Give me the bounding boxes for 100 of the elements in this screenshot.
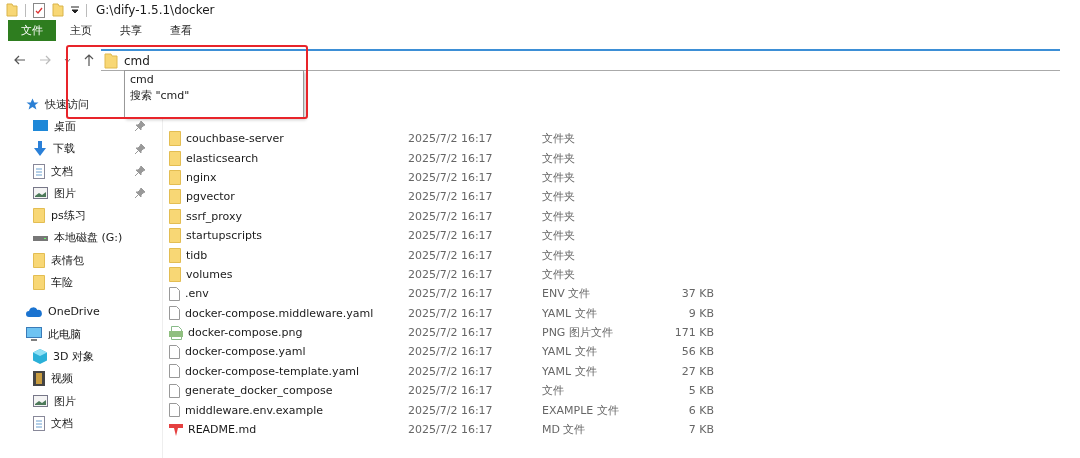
file-name[interactable]: couchbase-server [186, 132, 284, 146]
cube-icon [33, 348, 47, 364]
sidebar-item[interactable]: 表情包 [0, 249, 162, 272]
modified-date: 2025/7/2 16:17 [408, 151, 494, 165]
modified-date: 2025/7/2 16:17 [408, 423, 494, 437]
checklist-icon[interactable] [33, 2, 45, 18]
folder-icon [169, 266, 181, 282]
file-name[interactable]: docker-compose-template.yaml [185, 364, 360, 378]
file-name[interactable]: middleware.env.example [185, 403, 324, 417]
modified-date: 2025/7/2 16:17 [408, 345, 494, 359]
modified-date: 2025/7/2 16:17 [408, 170, 494, 184]
sidebar-item[interactable]: ps练习 [0, 204, 162, 227]
sidebar-item[interactable]: 此电脑 [0, 322, 162, 346]
file-type: YAML 文件 [542, 363, 598, 379]
star-icon [26, 97, 39, 111]
ribbon-tab[interactable]: 主页 [56, 20, 106, 41]
file-name[interactable]: tidb [186, 248, 208, 262]
sidebar-item[interactable]: 车险 [0, 271, 162, 294]
suggestion-item[interactable]: 搜索 "cmd" [130, 88, 298, 104]
back-icon[interactable] [14, 55, 26, 65]
file-type: YAML 文件 [542, 305, 598, 321]
file-name[interactable]: .env [185, 287, 209, 301]
file-name[interactable]: docker-compose.yaml [185, 345, 306, 359]
file-type: 文件夹 [542, 266, 576, 282]
file-type: 文件夹 [542, 247, 576, 263]
file-type: 文件夹 [542, 189, 576, 205]
recent-locations-icon[interactable] [64, 57, 71, 63]
file-name[interactable]: nginx [186, 170, 217, 184]
file-icon [169, 403, 180, 418]
desktop-icon [33, 120, 48, 133]
file-size: 7 KB [688, 423, 714, 437]
pin-icon[interactable] [135, 188, 145, 199]
modified-date: 2025/7/2 16:17 [408, 267, 494, 281]
file-size: 27 KB [681, 364, 714, 378]
modified-date: 2025/7/2 16:17 [408, 306, 494, 320]
suggestion-item[interactable]: cmd [130, 72, 298, 88]
file-size: 5 KB [688, 384, 714, 398]
file-name[interactable]: docker-compose.png [188, 326, 303, 340]
pin-icon[interactable] [135, 143, 145, 154]
sidebar-item[interactable]: 视频 [0, 367, 162, 390]
file-name[interactable]: generate_docker_compose [185, 384, 333, 398]
modified-date: 2025/7/2 16:17 [408, 326, 494, 340]
modified-date: 2025/7/2 16:17 [408, 403, 494, 417]
image-file-icon [169, 325, 183, 340]
modified-date: 2025/7/2 16:17 [408, 384, 494, 398]
file-type: MD 文件 [542, 422, 587, 438]
folder-icon[interactable] [52, 3, 64, 17]
ribbon-tab[interactable]: 共享 [106, 20, 156, 41]
sidebar-item[interactable]: 下载 [0, 137, 162, 160]
folder-icon [104, 52, 118, 69]
window-title: G:\dify-1.5.1\docker [96, 3, 215, 17]
folder-icon[interactable] [6, 3, 18, 17]
pin-icon[interactable] [135, 121, 145, 132]
modified-date: 2025/7/2 16:17 [408, 364, 494, 378]
sidebar-item[interactable]: 图片 [0, 389, 162, 413]
ribbon-tab[interactable]: 查看 [156, 20, 206, 41]
file-type: 文件夹 [542, 169, 576, 185]
file-type: 文件夹 [542, 208, 576, 224]
file-name[interactable]: pgvector [186, 190, 235, 204]
sidebar-item[interactable]: 图片 [0, 182, 162, 205]
file-type: 文件夹 [542, 150, 576, 166]
cloud-icon [26, 306, 42, 317]
sidebar-item[interactable]: 本地磁盘 (G:) [0, 226, 162, 250]
file-size: 9 KB [688, 306, 714, 320]
file-name[interactable]: README.md [188, 423, 257, 437]
modified-date: 2025/7/2 16:17 [408, 209, 494, 223]
film-icon [33, 371, 45, 387]
modified-date: 2025/7/2 16:17 [408, 248, 494, 262]
pictures-icon [33, 395, 48, 407]
dropdown-icon[interactable] [71, 6, 79, 14]
folder-icon [169, 208, 181, 224]
forward-icon[interactable] [39, 55, 51, 65]
sidebar-item[interactable]: 文档 [0, 159, 162, 183]
file-icon [169, 364, 180, 379]
sidebar-item[interactable]: OneDrive [0, 300, 162, 323]
folder-icon [169, 247, 181, 263]
file-name[interactable]: elasticsearch [186, 151, 259, 165]
drive-icon [33, 233, 48, 242]
ribbon-tab[interactable]: 文件 [8, 20, 56, 41]
modified-date: 2025/7/2 16:17 [408, 132, 494, 146]
folder-icon [33, 275, 45, 290]
folder-icon [33, 208, 45, 224]
sidebar-item[interactable]: 文档 [0, 412, 162, 435]
pin-icon[interactable] [135, 166, 145, 177]
file-name[interactable]: docker-compose.middleware.yaml [185, 306, 374, 320]
file-name[interactable]: startupscripts [186, 229, 262, 243]
sidebar-item[interactable]: 3D 对象 [0, 345, 162, 368]
computer-icon [26, 327, 42, 342]
document-icon [33, 415, 45, 431]
folder-icon [169, 131, 181, 147]
folder-icon [169, 228, 181, 244]
file-size: 56 KB [681, 345, 714, 359]
sidebar-item[interactable]: 桌面 [0, 115, 162, 138]
folder-icon [33, 252, 45, 268]
folder-icon [169, 150, 181, 166]
file-size: 6 KB [688, 403, 714, 417]
file-name[interactable]: ssrf_proxy [186, 209, 243, 223]
file-size: 171 KB [674, 326, 714, 340]
up-icon[interactable] [84, 54, 94, 66]
file-name[interactable]: volumes [186, 267, 233, 281]
